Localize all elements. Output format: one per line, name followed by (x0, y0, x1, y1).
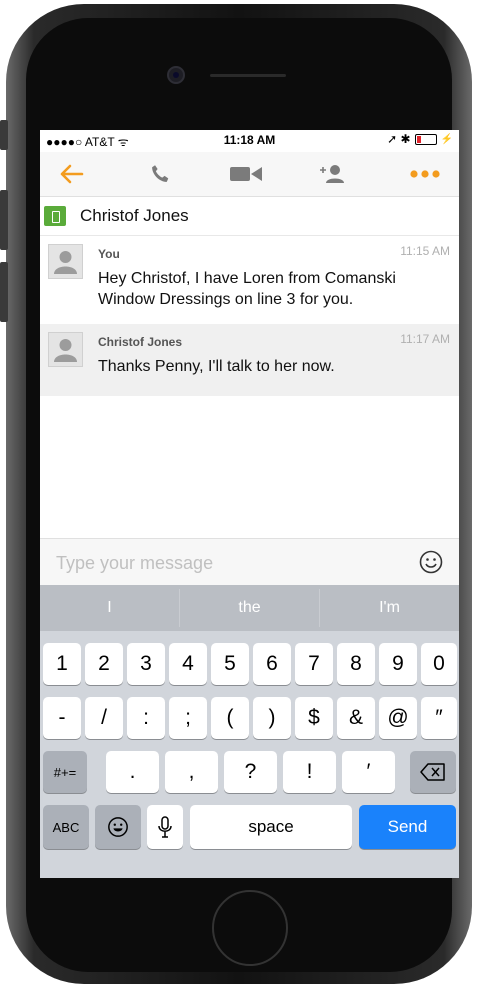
phone-icon[interactable] (146, 162, 174, 186)
key[interactable]: 5 (211, 643, 249, 685)
key[interactable]: 1 (43, 643, 81, 685)
key[interactable]: , (165, 751, 218, 793)
compose-bar (40, 538, 459, 585)
message-item[interactable]: Christof Jones 11:17 AM Thanks Penny, I'… (40, 324, 459, 396)
mobile-device-icon (44, 206, 66, 226)
charging-icon: ⚡ (440, 133, 453, 145)
key[interactable]: ; (169, 697, 207, 739)
dictation-key[interactable] (147, 805, 183, 849)
status-right: ➚ ✱ ⚡ (387, 132, 453, 146)
key[interactable]: 6 (253, 643, 291, 685)
avatar (48, 332, 83, 367)
message-text: Hey Christof, I have Loren from Comanski… (98, 270, 396, 308)
key[interactable]: ″ (421, 697, 457, 739)
key[interactable]: 9 (379, 643, 417, 685)
key[interactable]: & (337, 697, 375, 739)
suggestion-bar: I the I'm (40, 585, 459, 631)
more-icon[interactable] (408, 162, 442, 186)
suggestion-item[interactable]: the (180, 585, 319, 631)
status-bar: ●●●●○ AT&T ᯤ 11:18 AM ➚ ✱ ⚡ (40, 130, 459, 149)
emoji-smiley-icon[interactable] (419, 550, 443, 574)
key[interactable]: : (127, 697, 165, 739)
message-sender: You (98, 247, 120, 261)
backspace-key[interactable] (410, 751, 456, 793)
key[interactable]: 4 (169, 643, 207, 685)
message-sender: Christof Jones (98, 335, 183, 349)
key[interactable]: $ (295, 697, 333, 739)
message-input[interactable] (54, 547, 398, 579)
contact-header[interactable]: Christof Jones (40, 197, 459, 236)
message-item[interactable]: You 11:15 AM Hey Christof, I have Loren … (40, 236, 459, 324)
key[interactable]: ! (283, 751, 336, 793)
back-arrow-icon[interactable] (58, 162, 86, 186)
message-text: Thanks Penny, I'll talk to her now. (98, 358, 335, 375)
more-symbols-key[interactable]: #+= (43, 751, 87, 793)
screen: ●●●●○ AT&T ᯤ 11:18 AM ➚ ✱ ⚡ Christof Jon… (40, 130, 459, 878)
abc-key[interactable]: ABC (43, 805, 89, 849)
key[interactable]: ( (211, 697, 249, 739)
key[interactable]: ? (224, 751, 277, 793)
message-time: 11:17 AM (400, 332, 450, 346)
front-camera (167, 66, 185, 84)
add-contact-icon[interactable] (316, 162, 348, 186)
home-button[interactable] (212, 890, 288, 966)
key[interactable]: . (106, 751, 159, 793)
video-camera-icon[interactable] (226, 162, 266, 186)
emoji-key[interactable] (95, 805, 141, 849)
avatar (48, 244, 83, 279)
key[interactable]: 2 (85, 643, 123, 685)
microphone-icon (158, 816, 172, 838)
key[interactable]: @ (379, 697, 417, 739)
chat-toolbar (40, 152, 459, 197)
contact-name: Christof Jones (80, 206, 189, 225)
key[interactable]: - (43, 697, 81, 739)
volume-up-button (0, 190, 8, 250)
battery-icon (414, 133, 437, 145)
keyboard: I the I'm 1 2 3 4 5 6 7 8 9 0 - / : ; ( … (40, 585, 459, 878)
backspace-icon (420, 763, 445, 781)
suggestion-item[interactable]: I (40, 585, 179, 631)
key[interactable]: 0 (421, 643, 457, 685)
send-button[interactable]: Send (359, 805, 456, 849)
suggestion-item[interactable]: I'm (320, 585, 459, 631)
earpiece-speaker (210, 74, 286, 77)
volume-down-button (0, 262, 8, 322)
key[interactable]: ′ (342, 751, 395, 793)
message-time: 11:15 AM (400, 244, 450, 258)
key[interactable]: 8 (337, 643, 375, 685)
key[interactable]: / (85, 697, 123, 739)
location-bluetooth-icons: ➚ ✱ (387, 132, 411, 146)
key[interactable]: 7 (295, 643, 333, 685)
emoji-icon (108, 817, 128, 837)
key[interactable]: ) (253, 697, 291, 739)
space-key[interactable]: space (190, 805, 352, 849)
key[interactable]: 3 (127, 643, 165, 685)
mute-switch (0, 120, 8, 150)
